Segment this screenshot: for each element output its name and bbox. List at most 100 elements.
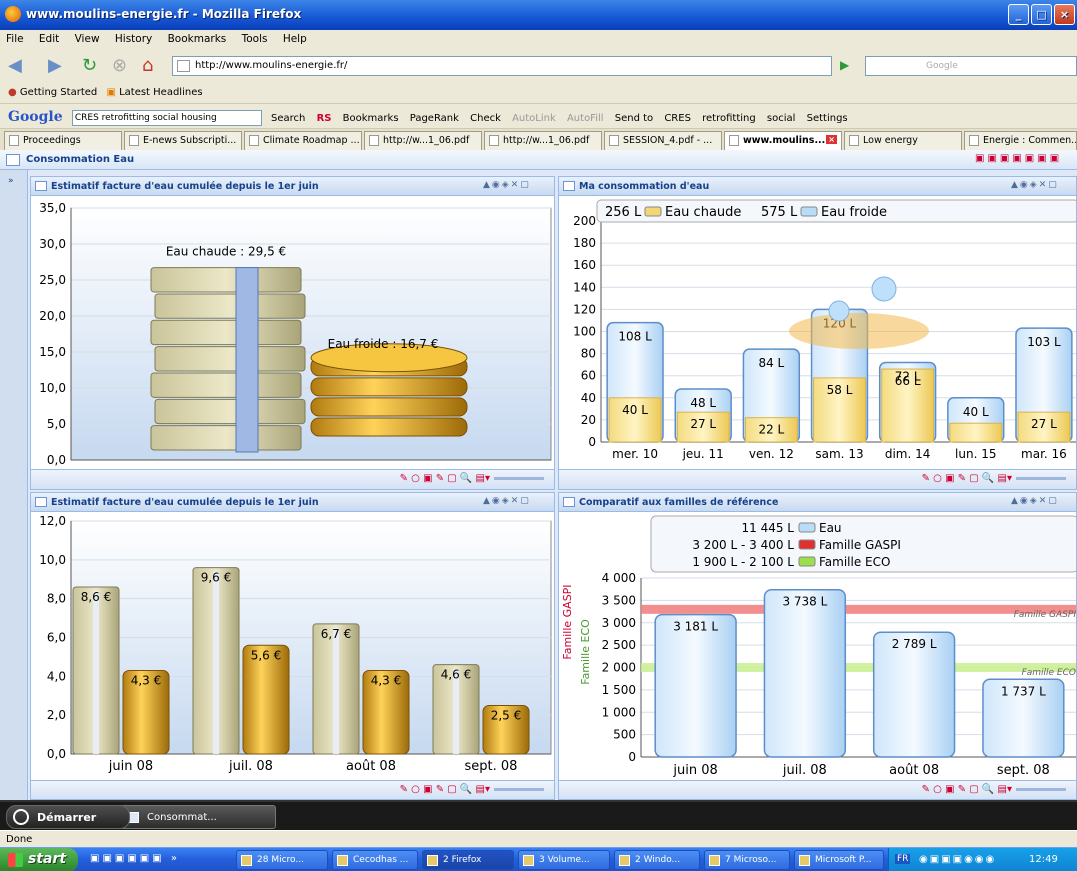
gtb-retrofitting[interactable]: retrofitting: [702, 113, 756, 124]
close-button[interactable]: ×: [1054, 4, 1075, 25]
app-title: Consommation Eau: [26, 154, 135, 165]
gtb-social[interactable]: social: [767, 113, 796, 124]
panel-tools-icon[interactable]: ▲◉◈✕▢: [483, 180, 531, 190]
data-label: 2,5 €: [491, 708, 522, 722]
google-toolbar: Google CRES retrofitting social housing …: [0, 103, 1077, 128]
go-icon[interactable]: ▶: [840, 58, 849, 72]
menu-history[interactable]: History: [115, 33, 152, 45]
tab-close-icon[interactable]: ×: [826, 135, 837, 144]
taskbar-item[interactable]: 2 Windo...: [614, 850, 700, 870]
x-tick-label: juil. 08: [228, 759, 273, 774]
status-bar: Done: [0, 830, 1077, 847]
gtb-rs[interactable]: RS: [317, 113, 332, 124]
taskbar-item[interactable]: 3 Volume...: [518, 850, 610, 870]
zoom-slider[interactable]: [494, 476, 544, 480]
data-label: 4,3 €: [131, 674, 162, 688]
demarrer-button[interactable]: Démarrer: [6, 805, 130, 829]
taskbar-item-label: 28 Micro...: [257, 855, 304, 865]
coin: [310, 397, 468, 417]
panel-tools-icon[interactable]: ▲◉◈✕▢: [483, 496, 531, 506]
expand-icon[interactable]: »: [8, 176, 14, 186]
tab-moulins[interactable]: www.moulins... ×: [724, 131, 842, 150]
y-tick-label: 60: [581, 369, 596, 383]
app-tools-icon[interactable]: ▣▣▣▣▣▣▣: [975, 153, 1062, 164]
chart-reference: 0 500 1 000 1 500 2 000 2 500 3 000 3 500 4 000 F…: [561, 515, 1077, 778]
back-icon[interactable]: ◀: [8, 55, 22, 76]
tab-pdf-2[interactable]: http://w...1_06.pdf: [484, 131, 602, 150]
tab-pdf-1[interactable]: http://w...1_06.pdf: [364, 131, 482, 150]
band-label: Famille GASPI: [1014, 610, 1077, 620]
app-icon: [523, 855, 534, 866]
bookmark-getting-started[interactable]: Getting Started: [20, 87, 97, 98]
zoom-slider[interactable]: [1016, 476, 1066, 480]
menu-help[interactable]: Help: [283, 33, 307, 45]
menu-view[interactable]: View: [75, 33, 100, 45]
cash-bill: [150, 372, 302, 398]
tray-icons[interactable]: ◉▣▣▣◉◉◉: [919, 854, 996, 865]
taskbar-consommation[interactable]: Consommat...: [116, 805, 276, 829]
search-placeholder: Google: [926, 61, 958, 71]
panel-tools-icon[interactable]: ▲◉◈✕▢: [1011, 180, 1059, 190]
zoom-slider[interactable]: [1016, 787, 1066, 791]
panel-footer-toolbar[interactable]: ✎ ○ ▣ ✎ ▢ 🔍 ▤▾: [559, 469, 1076, 489]
data-label: 27 L: [1031, 417, 1057, 431]
gtb-cres[interactable]: CRES: [664, 113, 691, 124]
gtb-autolink[interactable]: AutoLink: [512, 113, 556, 124]
y-tick-label: 35,0: [39, 201, 66, 215]
chart-consumption: 0 20 40 60 80 100 120 140 160 180 200 256 L Eau chau…: [573, 199, 1076, 461]
gtb-settings[interactable]: Settings: [807, 113, 848, 124]
panel-footer-toolbar[interactable]: ✎ ○ ▣ ✎ ▢ 🔍 ▤▾: [559, 780, 1076, 799]
minimize-button[interactable]: _: [1008, 4, 1029, 25]
chart-bill-monthly: 0,0 2,0 4,0 6,0 8,0 10,0 12,0 8,6 € 4,3 € juin 08…: [39, 514, 552, 774]
x-tick-label: sept. 08: [465, 759, 518, 774]
google-logo: Google: [8, 109, 63, 125]
language-indicator[interactable]: FR: [895, 854, 911, 864]
legend-name: Famille GASPI: [819, 538, 901, 552]
bookmark-latest-headlines[interactable]: Latest Headlines: [119, 87, 203, 98]
taskbar-item[interactable]: Cecodhas ...: [332, 850, 418, 870]
app-icon: [337, 855, 348, 866]
panel-footer-toolbar[interactable]: ✎ ○ ▣ ✎ ▢ 🔍 ▤▾: [31, 780, 554, 799]
url-input[interactable]: http://www.moulins-energie.fr/: [172, 56, 832, 76]
legend-value: 256 L: [605, 205, 642, 220]
tab-energie[interactable]: Energie : Commen...: [964, 131, 1077, 150]
tab-low-energy[interactable]: Low energy: [844, 131, 962, 150]
stop-icon[interactable]: ⊗: [112, 55, 127, 76]
gtb-bookmarks[interactable]: Bookmarks: [343, 113, 399, 124]
start-button[interactable]: start: [0, 848, 78, 871]
reload-icon[interactable]: ↻: [82, 55, 97, 76]
quicklaunch-icons[interactable]: ▣▣▣▣▣▣ »: [90, 853, 180, 864]
tab-climate-roadmap[interactable]: Climate Roadmap ...: [244, 131, 362, 150]
forward-icon[interactable]: ▶: [48, 55, 62, 76]
gtb-search[interactable]: Search: [271, 113, 305, 124]
taskbar-item[interactable]: 2 Firefox: [422, 850, 514, 870]
menu-file[interactable]: File: [6, 33, 24, 45]
collapsed-sidebar[interactable]: »: [0, 170, 28, 800]
home-icon[interactable]: ⌂: [142, 55, 153, 76]
window-title: www.moulins-energie.fr - Mozilla Firefox: [26, 7, 302, 21]
taskbar-item[interactable]: Microsoft P...: [794, 850, 884, 870]
panel-bill-estimate-total: Estimatif facture d'eau cumulée depuis l…: [30, 176, 555, 490]
gtb-send-to[interactable]: Send to: [615, 113, 653, 124]
gtb-pagerank[interactable]: PageRank: [410, 113, 459, 124]
menu-tools[interactable]: Tools: [242, 33, 268, 45]
tab-enews[interactable]: E-news Subscripti...: [124, 131, 242, 150]
tab-proceedings[interactable]: Proceedings: [4, 131, 122, 150]
y-tick-label: 12,0: [39, 514, 66, 528]
maximize-button[interactable]: □: [1031, 4, 1052, 25]
panel-footer-toolbar[interactable]: ✎ ○ ▣ ✎ ▢ 🔍 ▤▾: [31, 469, 554, 489]
tab-session4[interactable]: SESSION_4.pdf - ...: [604, 131, 722, 150]
cash-bill: [154, 346, 306, 372]
zoom-slider[interactable]: [494, 787, 544, 791]
google-search-input[interactable]: CRES retrofitting social housing: [71, 110, 262, 126]
panel-tools-icon[interactable]: ▲◉◈✕▢: [1011, 496, 1059, 506]
y-tick-label: 180: [573, 236, 596, 250]
menu-edit[interactable]: Edit: [39, 33, 59, 45]
gtb-check[interactable]: Check: [470, 113, 501, 124]
y-tick-label: 20,0: [39, 309, 66, 323]
search-input[interactable]: Google: [865, 56, 1077, 76]
taskbar-item[interactable]: 7 Microso...: [704, 850, 790, 870]
taskbar-item[interactable]: 28 Micro...: [236, 850, 328, 870]
menu-bookmarks[interactable]: Bookmarks: [168, 33, 227, 45]
gtb-autofill[interactable]: AutoFill: [567, 113, 604, 124]
